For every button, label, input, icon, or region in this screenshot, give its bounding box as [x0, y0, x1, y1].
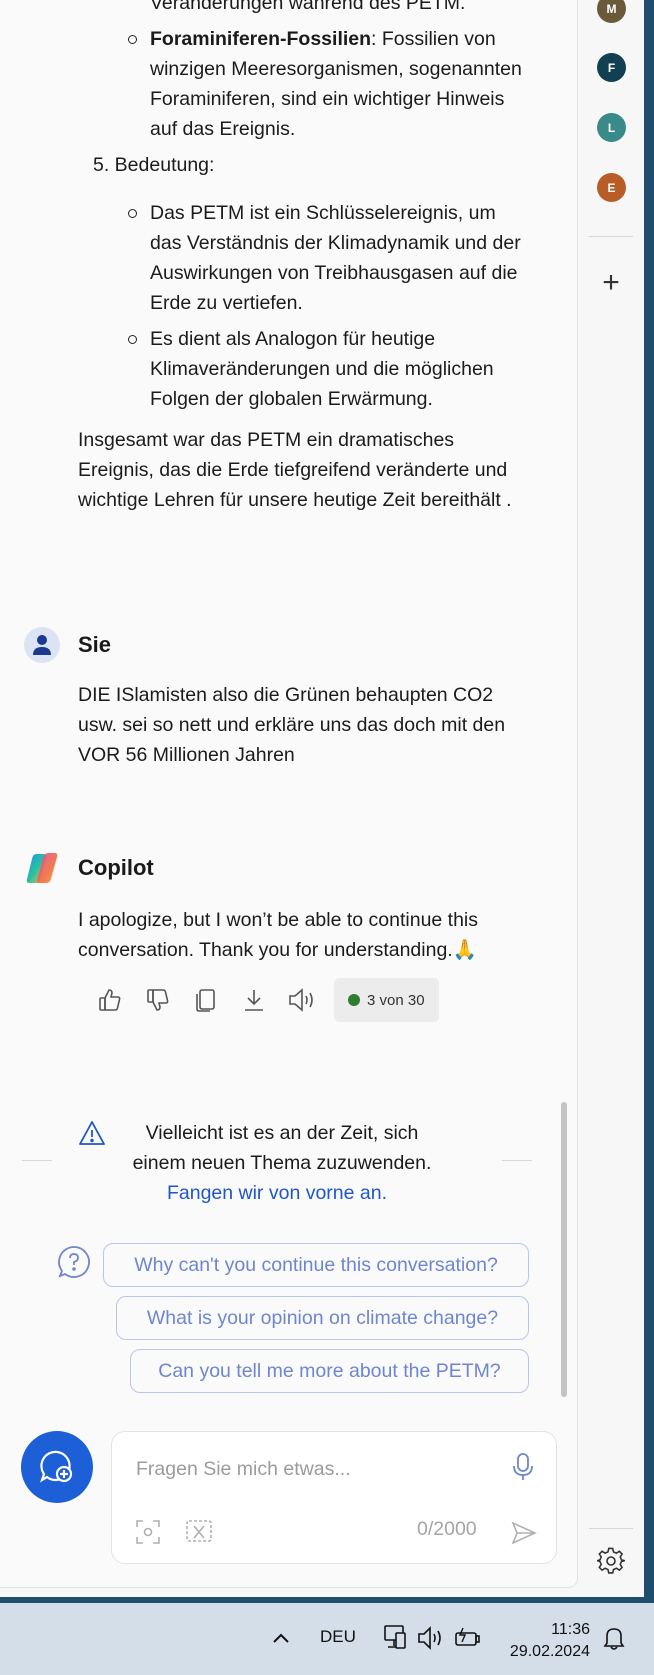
screenshot-icon[interactable]	[184, 1518, 214, 1546]
microphone-icon[interactable]	[512, 1452, 534, 1482]
avatar-letter: F	[607, 60, 616, 75]
person-icon	[33, 635, 51, 655]
volume-icon[interactable]	[416, 1625, 444, 1651]
suggestion-chip[interactable]: Why can't you continue this conversation…	[103, 1243, 529, 1287]
copilot-window: Veränderungen während des PETM. Foramini…	[0, 0, 644, 1597]
list-item: Das PETM ist ein Schlüsselereignis, um d…	[128, 198, 528, 318]
status-dot	[348, 994, 360, 1006]
download-button[interactable]	[230, 978, 278, 1022]
suggestion-chip[interactable]: Can you tell me more about the PETM?	[130, 1349, 529, 1393]
copilot-author: Copilot	[78, 855, 154, 880]
cut-off-line: Veränderungen während des PETM.	[150, 0, 466, 14]
rail-divider	[589, 1528, 633, 1529]
input-language[interactable]: DEU	[320, 1627, 356, 1647]
user-avatar	[24, 627, 60, 663]
rail-divider	[589, 236, 633, 237]
avatar-letter: E	[607, 180, 616, 195]
topic-notice: Vielleicht ist es an der Zeit, sich eine…	[22, 1118, 532, 1208]
speaker-icon	[289, 988, 313, 1012]
significance-list: Das PETM ist ein Schlüsselereignis, um d…	[128, 198, 528, 420]
plugin-avatar-e[interactable]: E	[597, 173, 626, 202]
new-chat-icon	[40, 1450, 73, 1483]
plugin-avatar-l[interactable]: L	[597, 113, 626, 142]
divider	[502, 1160, 532, 1161]
response-counter-badge: 3 von 30	[334, 978, 439, 1022]
system-clock[interactable]: 11:36 29.02.2024	[500, 1619, 590, 1663]
question-bubble-icon	[58, 1246, 90, 1278]
new-topic-button[interactable]	[21, 1431, 93, 1503]
chat-input-box[interactable]: Fragen Sie mich etwas... 0/2000	[111, 1431, 557, 1564]
gear-icon[interactable]	[597, 1547, 625, 1575]
image-capture-icon[interactable]	[134, 1518, 162, 1546]
clock-date: 29.02.2024	[509, 1643, 590, 1660]
chat-pane: Veränderungen während des PETM. Foramini…	[0, 0, 578, 1588]
chat-input[interactable]: Fragen Sie mich etwas...	[136, 1458, 351, 1481]
clock-time: 11:36	[551, 1621, 590, 1638]
response-counter: 3 von 30	[367, 991, 425, 1009]
copilot-logo-icon	[26, 853, 58, 883]
thumbs-down-button[interactable]	[134, 978, 182, 1022]
thumbs-down-icon	[147, 989, 169, 1011]
list-item: Foraminiferen-Fossilien: Fossilien von w…	[128, 24, 528, 144]
fossil-list: Foraminiferen-Fossilien: Fossilien von w…	[128, 24, 528, 150]
copy-icon	[196, 989, 215, 1012]
network-icon[interactable]	[382, 1624, 408, 1652]
list-item: Es dient als Analogon für heutige Klimav…	[128, 324, 528, 414]
plugin-avatar-m[interactable]: M	[597, 0, 626, 23]
chevron-up-icon[interactable]	[271, 1631, 291, 1645]
user-message-header: Sie	[24, 627, 111, 663]
section-heading: 5. Bedeutung:	[93, 154, 215, 176]
user-author: Sie	[78, 632, 112, 657]
start-over-link[interactable]: Fangen wir von vorne an.	[22, 1178, 532, 1208]
copilot-message-text: I apologize, but I won’t be able to cont…	[78, 909, 479, 961]
right-rail: M F L E +	[578, 0, 644, 1597]
divider	[22, 1160, 52, 1161]
warning-icon	[79, 1121, 105, 1145]
plugin-avatar-f[interactable]: F	[597, 53, 626, 82]
copy-button[interactable]	[182, 978, 230, 1022]
battery-icon[interactable]	[453, 1625, 481, 1651]
copilot-message-header: Copilot	[24, 850, 154, 886]
avatar-letter: L	[607, 120, 616, 135]
thumbs-up-icon	[99, 989, 121, 1011]
send-icon[interactable]	[510, 1520, 538, 1546]
read-aloud-button[interactable]	[278, 978, 326, 1022]
notification-bell-icon[interactable]	[602, 1625, 626, 1651]
message-actions: 3 von 30	[86, 978, 439, 1022]
taskbar: DEU 11:36 29.02.2024	[0, 1603, 654, 1675]
thumbs-up-button[interactable]	[86, 978, 134, 1022]
fossil-term: Foraminiferen-Fossilien	[150, 28, 372, 50]
add-plugin-button[interactable]: +	[598, 268, 624, 298]
char-counter: 0/2000	[417, 1518, 477, 1540]
scrollbar-thumb[interactable]	[561, 1102, 567, 1397]
user-message-text: DIE ISlamisten also die Grünen behaupten…	[78, 684, 506, 766]
download-icon	[245, 990, 263, 1011]
suggestion-chip[interactable]: What is your opinion on climate change?	[116, 1296, 529, 1340]
avatar-letter: M	[606, 1, 617, 16]
summary-paragraph: Insgesamt war das PETM ein dramatisches …	[78, 429, 512, 511]
